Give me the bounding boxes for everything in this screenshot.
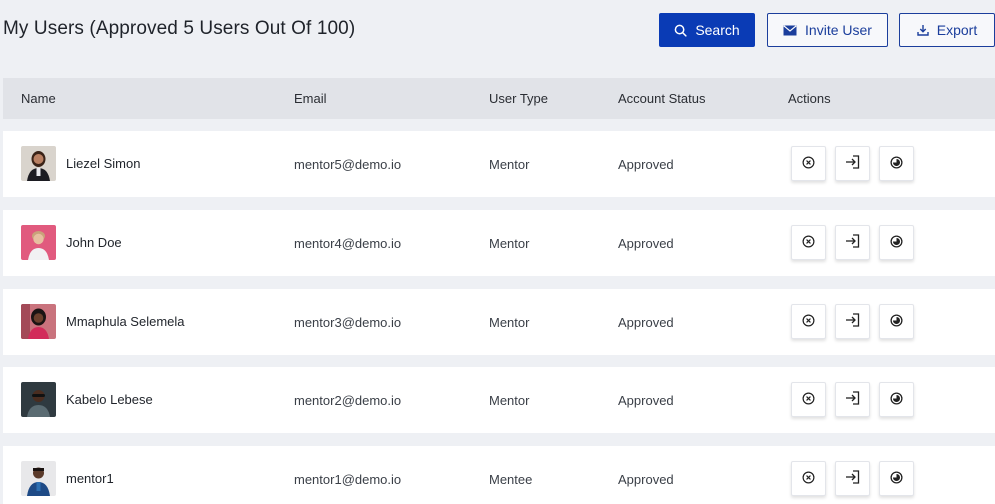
close-circle-icon: [802, 314, 815, 330]
toggle-icon: [890, 234, 903, 251]
login-as-button[interactable]: [835, 382, 870, 417]
user-email: mentor5@demo.io: [294, 157, 402, 172]
close-circle-icon: [802, 392, 815, 408]
login-icon: [845, 155, 860, 172]
table-row: Liezel Simon mentor5@demo.io Mentor Appr…: [3, 131, 995, 197]
user-name: Kabelo Lebese: [66, 392, 153, 407]
search-icon: [674, 24, 687, 37]
account-status: Approved: [618, 315, 674, 330]
export-button-label: Export: [936, 22, 978, 38]
toggle-status-button[interactable]: [879, 304, 914, 339]
avatar: [21, 225, 56, 260]
column-header-account-status: Account Status: [618, 91, 706, 106]
user-type: Mentee: [489, 472, 533, 487]
column-header-name: Name: [21, 91, 56, 106]
export-button[interactable]: Export: [899, 13, 995, 47]
search-button[interactable]: Search: [659, 13, 755, 47]
avatar: [21, 382, 56, 417]
login-as-button[interactable]: [835, 225, 870, 260]
invite-user-button-label: Invite User: [805, 22, 872, 38]
login-as-button[interactable]: [835, 146, 870, 181]
invite-user-button[interactable]: Invite User: [767, 13, 888, 47]
close-circle-icon: [802, 235, 815, 251]
reject-button[interactable]: [791, 225, 826, 260]
reject-button[interactable]: [791, 382, 826, 417]
user-email: mentor1@demo.io: [294, 472, 402, 487]
table-row: mentor1 mentor1@demo.io Mentee Approved: [3, 446, 995, 504]
search-button-label: Search: [695, 22, 740, 38]
user-email: mentor2@demo.io: [294, 393, 402, 408]
column-header-email: Email: [294, 91, 327, 106]
avatar: [21, 146, 56, 181]
table-row: Kabelo Lebese mentor2@demo.io Mentor App…: [3, 367, 995, 433]
user-name: John Doe: [66, 235, 122, 250]
user-name: mentor1: [66, 471, 114, 486]
login-icon: [845, 391, 860, 408]
table-row: Mmaphula Selemela mentor3@demo.io Mentor…: [3, 289, 995, 355]
user-name: Liezel Simon: [66, 156, 141, 171]
close-circle-icon: [802, 471, 815, 487]
user-email: mentor3@demo.io: [294, 315, 402, 330]
account-status: Approved: [618, 393, 674, 408]
login-icon: [845, 234, 860, 251]
account-status: Approved: [618, 472, 674, 487]
reject-button[interactable]: [791, 461, 826, 496]
login-icon: [845, 313, 860, 330]
user-type: Mentor: [489, 393, 530, 408]
user-type: Mentor: [489, 157, 530, 172]
login-icon: [845, 470, 860, 487]
envelope-icon: [783, 24, 797, 36]
column-header-actions: Actions: [788, 91, 831, 106]
user-type: Mentor: [489, 315, 530, 330]
user-type: Mentor: [489, 236, 530, 251]
user-name: Mmaphula Selemela: [66, 314, 185, 329]
reject-button[interactable]: [791, 304, 826, 339]
user-email: mentor4@demo.io: [294, 236, 402, 251]
toggle-status-button[interactable]: [879, 382, 914, 417]
table-header: Name Email User Type Account Status Acti…: [3, 78, 995, 119]
close-circle-icon: [802, 156, 815, 172]
toggle-status-button[interactable]: [879, 461, 914, 496]
toggle-icon: [890, 470, 903, 487]
toggle-icon: [890, 391, 903, 408]
toggle-icon: [890, 313, 903, 330]
login-as-button[interactable]: [835, 304, 870, 339]
login-as-button[interactable]: [835, 461, 870, 496]
toggle-status-button[interactable]: [879, 146, 914, 181]
toggle-status-button[interactable]: [879, 225, 914, 260]
download-icon: [917, 24, 929, 36]
account-status: Approved: [618, 236, 674, 251]
page-title: My Users (Approved 5 Users Out Of 100): [3, 18, 356, 39]
table-row: John Doe mentor4@demo.io Mentor Approved: [3, 210, 995, 276]
column-header-user-type: User Type: [489, 91, 549, 106]
avatar: [21, 461, 56, 496]
account-status: Approved: [618, 157, 674, 172]
avatar: [21, 304, 56, 339]
toggle-icon: [890, 155, 903, 172]
reject-button[interactable]: [791, 146, 826, 181]
